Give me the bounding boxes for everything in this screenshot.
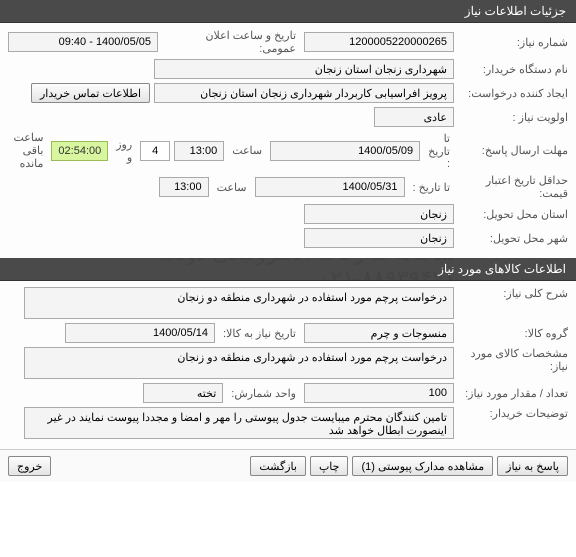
row-qty: تعداد / مقدار مورد نیاز: واحد شمارش: <box>8 383 568 403</box>
field-province <box>304 204 454 224</box>
row-price-deadline: حداقل تاریخ اعتبار قیمت: تا تاریخ : ساعت <box>8 174 568 200</box>
field-price-date <box>255 177 405 197</box>
label-unit: واحد شمارش: <box>227 387 300 400</box>
row-buyer: نام دستگاه خریدار: <box>8 59 568 79</box>
field-group <box>304 323 454 343</box>
row-province: استان محل تحویل: <box>8 204 568 224</box>
field-spec <box>24 347 454 379</box>
footer-group-left: خروج <box>8 456 51 476</box>
field-qty <box>304 383 454 403</box>
field-time-remaining: 02:54:00 <box>51 141 108 161</box>
label-need-date: تاریخ نیاز به کالا: <box>219 327 300 340</box>
label-province: استان محل تحویل: <box>458 208 568 221</box>
label-time-1: ساعت <box>228 144 266 157</box>
label-days-and: روز و <box>112 138 136 164</box>
label-remaining: ساعت باقی مانده <box>8 131 47 170</box>
field-days-remaining <box>140 141 170 161</box>
section-header-need-details: جزئیات اطلاعات نیاز <box>0 0 576 23</box>
label-priority: اولویت نیاز : <box>458 111 568 124</box>
label-desc: شرح کلی نیاز: <box>458 287 568 300</box>
field-answer-date <box>270 141 420 161</box>
footer-bar: پاسخ به نیاز مشاهده مدارک پیوستی (1) چاپ… <box>0 449 576 482</box>
field-price-time <box>159 177 209 197</box>
section-body-need: شماره نیاز: تاریخ و ساعت اعلان عمومی: نا… <box>0 23 576 258</box>
label-time-2: ساعت <box>213 181 251 194</box>
row-city: شهر محل تحویل: <box>8 228 568 248</box>
row-spec: مشخصات کالای مورد نیاز: <box>8 347 568 379</box>
attachments-button[interactable]: مشاهده مدارک پیوستی (1) <box>352 456 493 476</box>
row-group: گروه کالا: تاریخ نیاز به کالا: <box>8 323 568 343</box>
row-creator: ایجاد کننده درخواست: اطلاعات تماس خریدار <box>8 83 568 103</box>
section-header-goods: اطلاعات کالاهای مورد نیاز <box>0 258 576 281</box>
label-qty: تعداد / مقدار مورد نیاز: <box>458 387 568 400</box>
print-button[interactable]: چاپ <box>310 456 349 476</box>
field-buyer-notes <box>24 407 454 439</box>
label-price-deadline: حداقل تاریخ اعتبار قیمت: <box>458 174 568 200</box>
label-spec: مشخصات کالای مورد نیاز: <box>458 347 568 373</box>
label-announce: تاریخ و ساعت اعلان عمومی: <box>162 29 300 55</box>
field-buyer <box>154 59 454 79</box>
label-buyer: نام دستگاه خریدار: <box>458 63 568 76</box>
row-buyer-notes: توضیحات خریدار: <box>8 407 568 439</box>
field-need-number <box>304 32 454 52</box>
field-city <box>304 228 454 248</box>
label-answer-deadline: مهلت ارسال پاسخ: <box>458 144 568 157</box>
row-priority: اولویت نیاز : <box>8 107 568 127</box>
row-desc: شرح کلی نیاز: <box>8 287 568 319</box>
section-body-goods: شرح کلی نیاز: گروه کالا: تاریخ نیاز به ک… <box>0 281 576 449</box>
field-priority <box>374 107 454 127</box>
field-answer-time <box>174 141 224 161</box>
row-need-number: شماره نیاز: تاریخ و ساعت اعلان عمومی: <box>8 29 568 55</box>
label-creator: ایجاد کننده درخواست: <box>458 87 568 100</box>
row-answer-deadline: مهلت ارسال پاسخ: تا تاریخ : ساعت روز و 0… <box>8 131 568 170</box>
reply-button[interactable]: پاسخ به نیاز <box>497 456 568 476</box>
field-unit <box>143 383 223 403</box>
back-button[interactable]: بازگشت <box>250 456 306 476</box>
label-need-number: شماره نیاز: <box>458 36 568 49</box>
field-creator <box>154 83 454 103</box>
label-buyer-notes: توضیحات خریدار: <box>458 407 568 420</box>
label-group: گروه کالا: <box>458 327 568 340</box>
buyer-contact-button[interactable]: اطلاعات تماس خریدار <box>31 83 150 103</box>
field-desc <box>24 287 454 319</box>
footer-group-right: پاسخ به نیاز مشاهده مدارک پیوستی (1) چاپ… <box>250 456 568 476</box>
label-to-date-1: تا تاریخ : <box>424 132 454 170</box>
label-city: شهر محل تحویل: <box>458 232 568 245</box>
label-to-date-2: تا تاریخ : <box>409 181 454 194</box>
field-need-date <box>65 323 215 343</box>
exit-button[interactable]: خروج <box>8 456 51 476</box>
field-announce <box>8 32 158 52</box>
